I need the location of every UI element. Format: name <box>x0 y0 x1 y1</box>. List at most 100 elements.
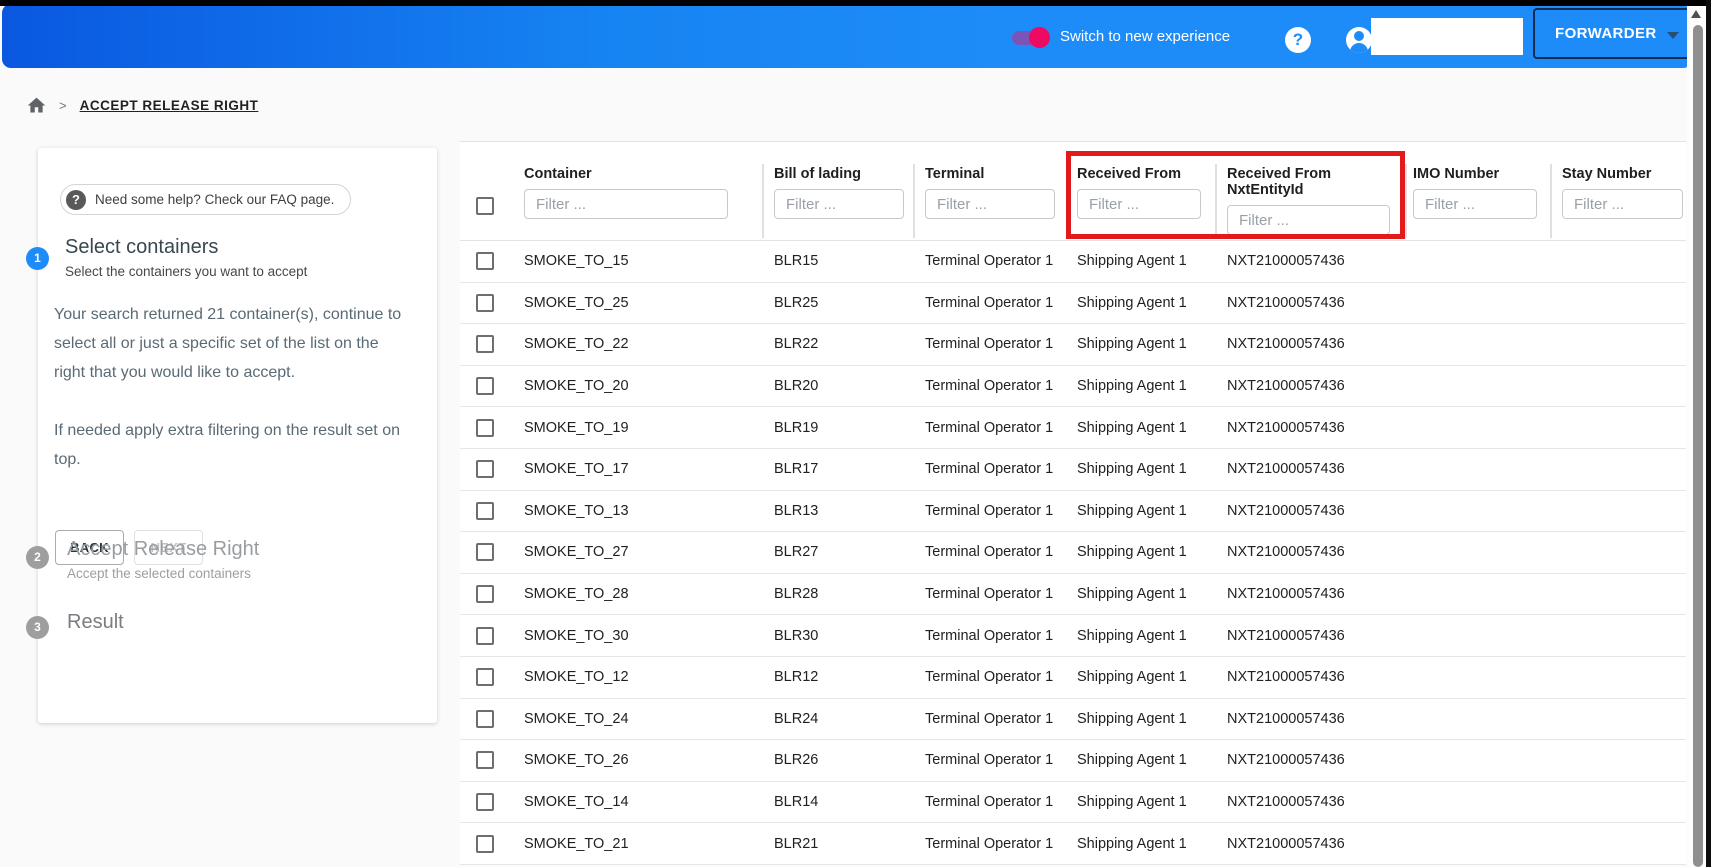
column-header-container: Container <box>524 142 762 240</box>
cell-received-from: Shipping Agent 1 <box>1066 782 1215 823</box>
cell-bill-of-lading: BLR17 <box>762 449 913 490</box>
user-account-icon[interactable] <box>1346 27 1372 53</box>
filter-input-terminal[interactable] <box>925 189 1055 219</box>
experience-toggle[interactable] <box>1012 24 1052 50</box>
cell-bill-of-lading: BLR21 <box>762 823 913 864</box>
cell-bill-of-lading: BLR22 <box>762 324 913 365</box>
breadcrumb-separator: > <box>59 98 67 113</box>
cell-bill-of-lading: BLR25 <box>762 283 913 324</box>
checkbox-cell <box>460 449 524 490</box>
row-checkbox[interactable] <box>476 751 494 769</box>
header-text-input[interactable] <box>1371 18 1523 55</box>
row-checkbox[interactable] <box>476 627 494 645</box>
table-row: SMOKE_TO_12BLR12Terminal Operator 1Shipp… <box>460 657 1686 699</box>
table-row: SMOKE_TO_20BLR20Terminal Operator 1Shipp… <box>460 366 1686 408</box>
checkbox-cell <box>460 532 524 573</box>
checkbox-cell <box>460 740 524 781</box>
cell-imo-number <box>1405 574 1550 615</box>
cell-nxt-entity-id: NXT21000057436 <box>1215 657 1405 698</box>
cell-imo-number <box>1405 324 1550 365</box>
cell-container: SMOKE_TO_22 <box>524 324 762 365</box>
row-checkbox[interactable] <box>476 543 494 561</box>
table-row: SMOKE_TO_19BLR19Terminal Operator 1Shipp… <box>460 407 1686 449</box>
column-divider <box>1550 164 1552 238</box>
help-icon[interactable]: ? <box>1285 27 1311 53</box>
row-checkbox[interactable] <box>476 668 494 686</box>
filter-input-received-from[interactable] <box>1077 189 1201 219</box>
table-row: SMOKE_TO_17BLR17Terminal Operator 1Shipp… <box>460 449 1686 491</box>
wizard-panel: ? Need some help? Check our FAQ page. 1 … <box>38 148 437 723</box>
breadcrumb: > ACCEPT RELEASE RIGHT <box>26 93 258 117</box>
cell-nxt-entity-id: NXT21000057436 <box>1215 823 1405 864</box>
cell-imo-number <box>1405 823 1550 864</box>
cell-stay-number <box>1550 615 1686 656</box>
checkbox-cell <box>460 283 524 324</box>
filter-input-stay-number[interactable] <box>1562 189 1683 219</box>
toggle-knob <box>1029 27 1050 48</box>
table-row: SMOKE_TO_14BLR14Terminal Operator 1Shipp… <box>460 782 1686 824</box>
role-dropdown-button[interactable]: FORWARDER <box>1533 8 1695 59</box>
window-top-edge <box>0 0 1711 6</box>
row-checkbox[interactable] <box>476 335 494 353</box>
cell-terminal: Terminal Operator 1 <box>913 782 1066 823</box>
cell-imo-number <box>1405 407 1550 448</box>
checkbox-cell <box>460 574 524 615</box>
cell-nxt-entity-id: NXT21000057436 <box>1215 366 1405 407</box>
cell-stay-number <box>1550 324 1686 365</box>
cell-received-from: Shipping Agent 1 <box>1066 823 1215 864</box>
row-checkbox[interactable] <box>476 419 494 437</box>
scroll-up-arrow-icon[interactable] <box>1691 10 1701 18</box>
cell-imo-number <box>1405 740 1550 781</box>
row-checkbox[interactable] <box>476 710 494 728</box>
cell-nxt-entity-id: NXT21000057436 <box>1215 740 1405 781</box>
row-checkbox[interactable] <box>476 793 494 811</box>
cell-bill-of-lading: BLR27 <box>762 532 913 573</box>
cell-received-from: Shipping Agent 1 <box>1066 532 1215 573</box>
cell-received-from: Shipping Agent 1 <box>1066 324 1215 365</box>
scrollbar-thumb[interactable] <box>1693 25 1703 867</box>
row-checkbox[interactable] <box>476 502 494 520</box>
cell-stay-number <box>1550 782 1686 823</box>
cell-stay-number <box>1550 491 1686 532</box>
vertical-scrollbar[interactable] <box>1687 0 1706 867</box>
cell-terminal: Terminal Operator 1 <box>913 699 1066 740</box>
cell-stay-number <box>1550 241 1686 282</box>
filter-input-received-from-nxtentityid[interactable] <box>1227 205 1390 235</box>
row-checkbox[interactable] <box>476 835 494 853</box>
cell-terminal: Terminal Operator 1 <box>913 532 1066 573</box>
window-right-edge <box>1706 0 1711 867</box>
home-icon[interactable] <box>26 95 47 116</box>
filter-input-bill-of-lading[interactable] <box>774 189 904 219</box>
cell-nxt-entity-id: NXT21000057436 <box>1215 532 1405 573</box>
select-all-checkbox[interactable] <box>476 197 494 215</box>
breadcrumb-page-link[interactable]: ACCEPT RELEASE RIGHT <box>80 98 259 113</box>
cell-stay-number <box>1550 574 1686 615</box>
column-header-received-from-nxtentityid: Received From NxtEntityId <box>1215 142 1405 240</box>
row-checkbox[interactable] <box>476 460 494 478</box>
cell-imo-number <box>1405 241 1550 282</box>
cell-terminal: Terminal Operator 1 <box>913 449 1066 490</box>
cell-received-from: Shipping Agent 1 <box>1066 407 1215 448</box>
step-2-badge: 2 <box>26 546 49 569</box>
cell-container: SMOKE_TO_13 <box>524 491 762 532</box>
cell-imo-number <box>1405 615 1550 656</box>
cell-terminal: Terminal Operator 1 <box>913 283 1066 324</box>
cell-container: SMOKE_TO_14 <box>524 782 762 823</box>
checkbox-cell <box>460 782 524 823</box>
cell-nxt-entity-id: NXT21000057436 <box>1215 283 1405 324</box>
row-checkbox[interactable] <box>476 252 494 270</box>
filter-input-imo-number[interactable] <box>1413 189 1537 219</box>
checkbox-cell <box>460 241 524 282</box>
row-checkbox[interactable] <box>476 377 494 395</box>
column-header-terminal: Terminal <box>913 142 1066 240</box>
row-checkbox[interactable] <box>476 585 494 603</box>
column-label: IMO Number <box>1413 166 1550 182</box>
table-row: SMOKE_TO_30BLR30Terminal Operator 1Shipp… <box>460 615 1686 657</box>
row-checkbox[interactable] <box>476 294 494 312</box>
checkbox-cell <box>460 491 524 532</box>
column-label: Received From <box>1077 166 1215 182</box>
cell-container: SMOKE_TO_26 <box>524 740 762 781</box>
filter-input-container[interactable] <box>524 189 728 219</box>
faq-link[interactable]: ? Need some help? Check our FAQ page. <box>60 184 351 215</box>
cell-container: SMOKE_TO_21 <box>524 823 762 864</box>
